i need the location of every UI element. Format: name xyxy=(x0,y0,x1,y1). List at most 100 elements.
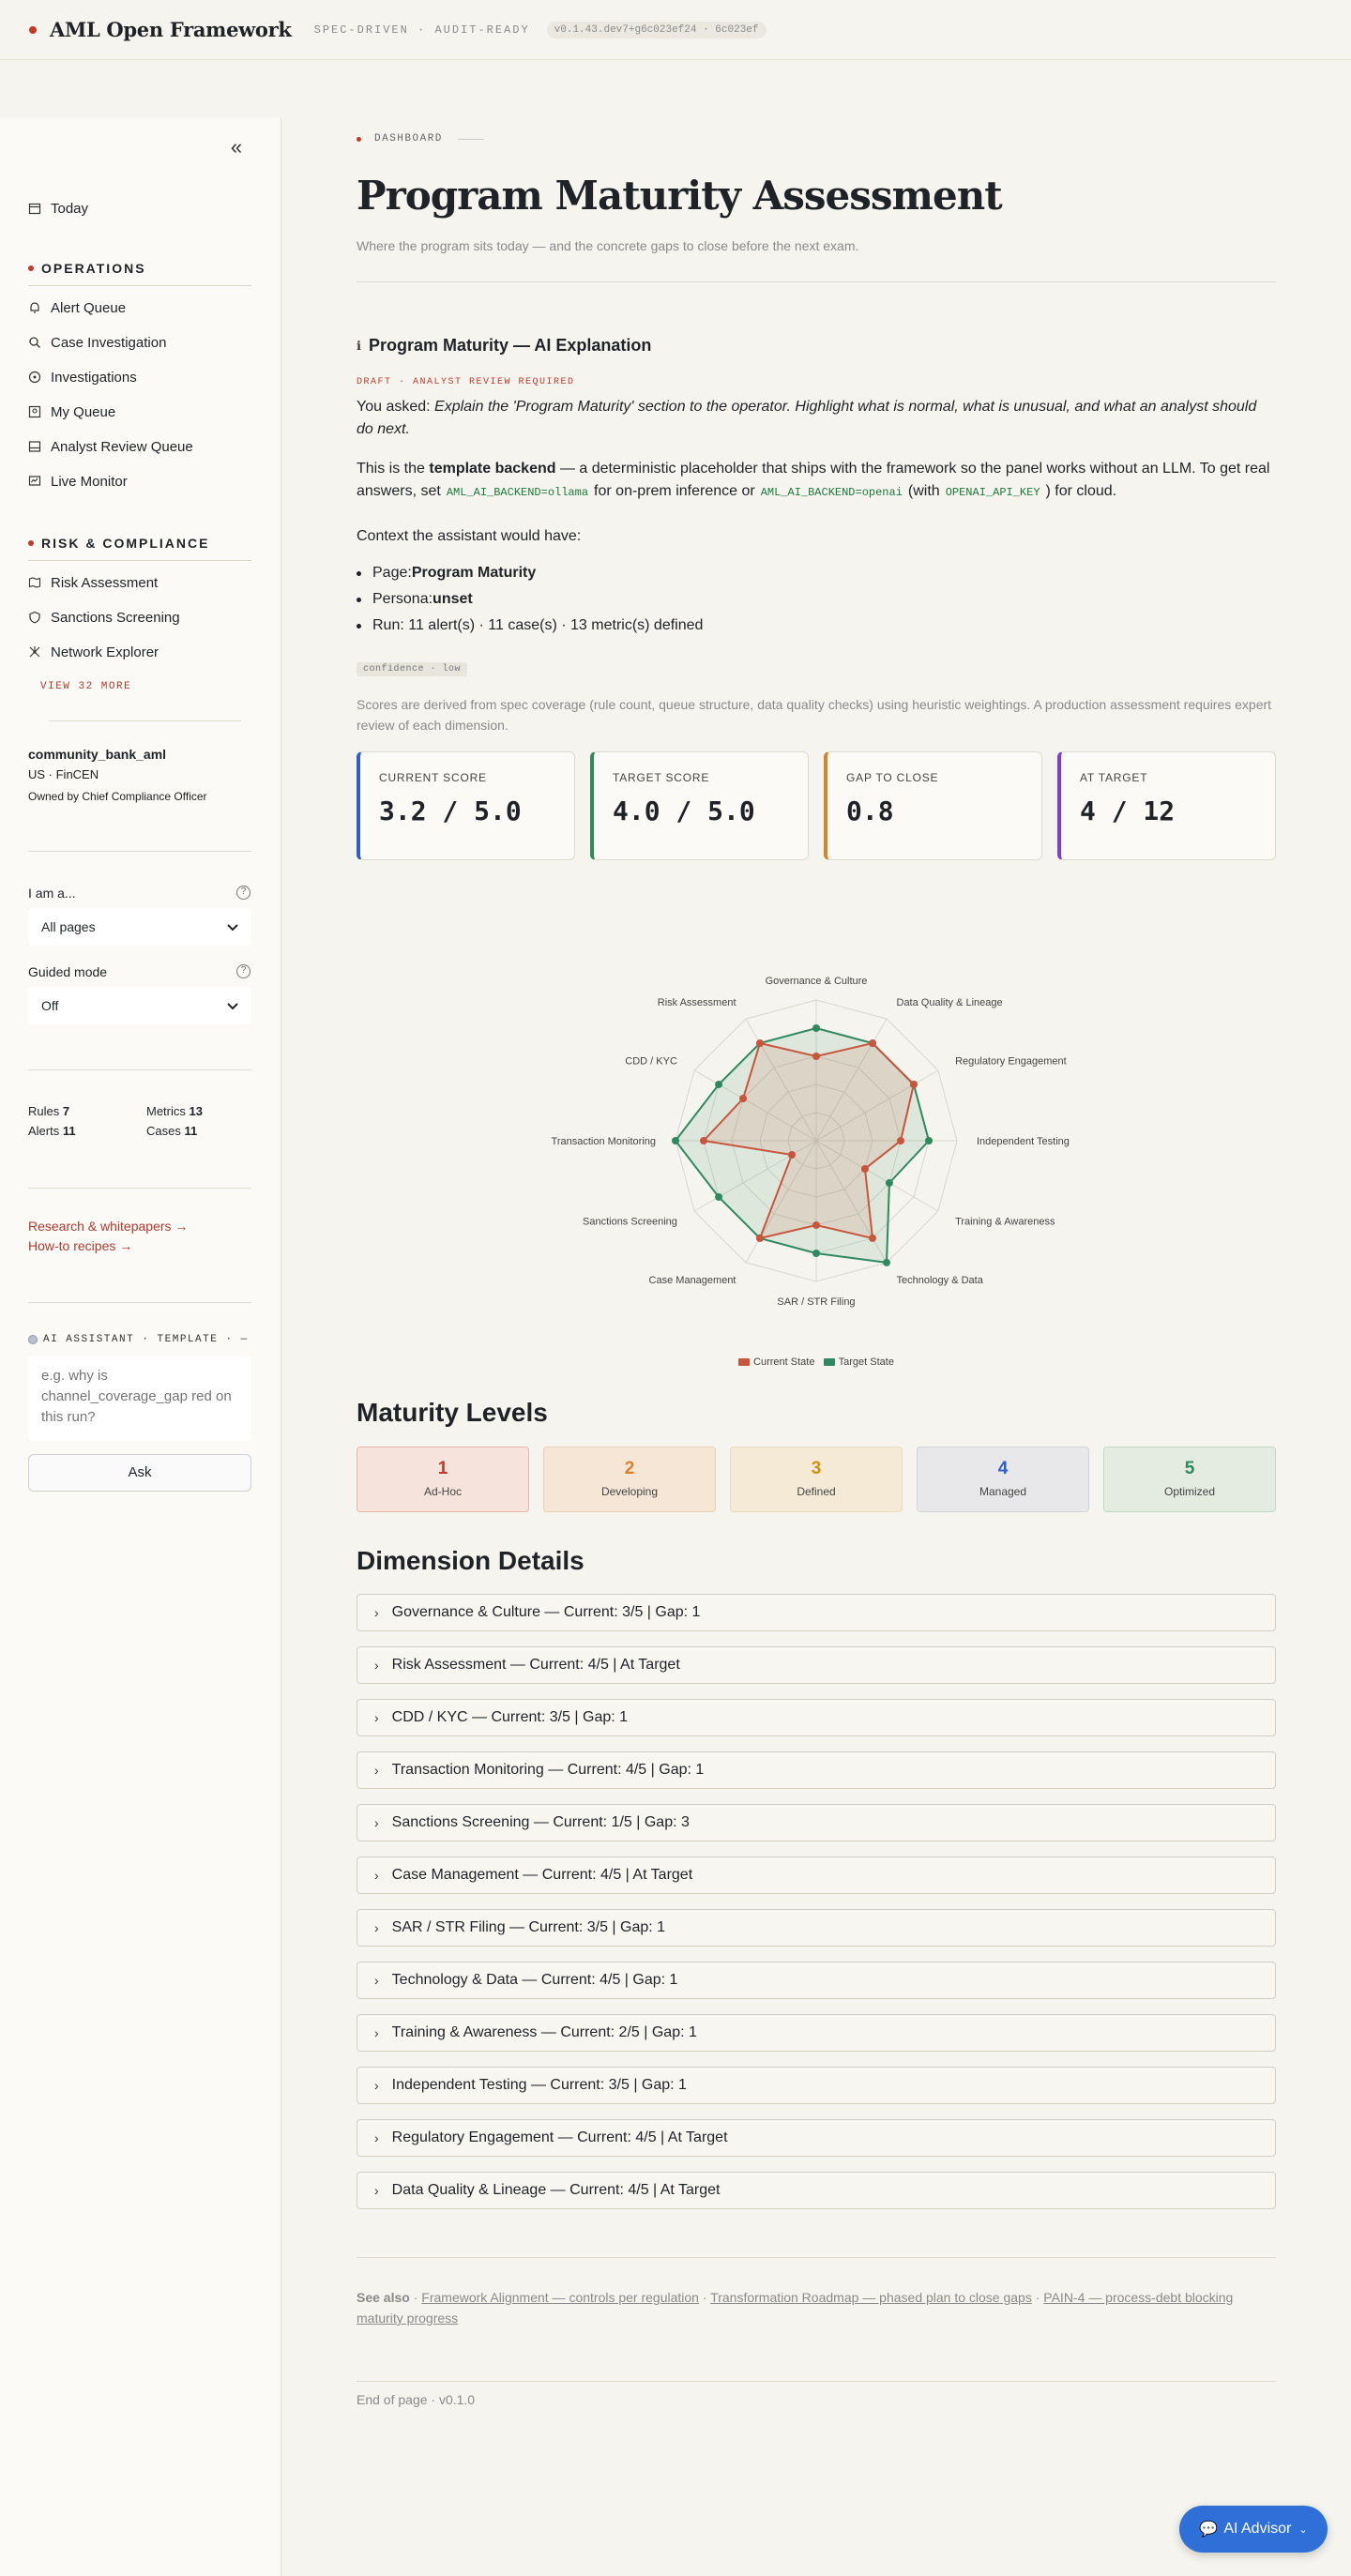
chevron-right-icon: › xyxy=(374,1763,379,1778)
dimension-row[interactable]: › Governance & Culture — Current: 3/5 | G… xyxy=(357,1594,1276,1631)
divider xyxy=(357,2381,1276,2382)
draft-badge: DRAFT · ANALYST REVIEW REQUIRED xyxy=(357,377,575,387)
maturity-level-5: 5 Optimized xyxy=(1103,1447,1276,1512)
radar-category-label: Sanctions Screening xyxy=(583,1217,677,1228)
inbox-icon xyxy=(28,440,41,453)
stat-cases: Cases 11 xyxy=(146,1124,198,1138)
sidebar: « Today OPERATIONS Alert Queue Case Inve… xyxy=(0,118,281,2576)
legend-target: Target State xyxy=(838,1356,894,1368)
divider xyxy=(28,1302,251,1303)
sidebar-item-investigations[interactable]: Investigations xyxy=(28,365,137,389)
chevron-down-icon xyxy=(227,919,238,934)
divider xyxy=(357,2257,1276,2258)
ai-assistant-label: AI ASSISTANT · TEMPLATE · — xyxy=(28,1334,249,1345)
radar-category-label: Data Quality & Lineage xyxy=(897,997,1003,1008)
radar-point xyxy=(700,1137,707,1144)
maturity-radar-chart: Governance & Culture Data Quality & Linea… xyxy=(552,976,1070,1308)
radar-point xyxy=(869,1039,876,1048)
radar-point xyxy=(756,1234,764,1242)
context-page: Page: Program Maturity xyxy=(357,565,536,582)
help-icon[interactable]: ? xyxy=(236,886,250,900)
radar-category-label: SAR / STR Filing xyxy=(777,1296,855,1308)
radar-category-label: Transaction Monitoring xyxy=(552,1136,656,1147)
see-also: See also · Framework Alignment — control… xyxy=(357,2290,1234,2326)
divider xyxy=(28,1188,251,1189)
legend-current: Current State xyxy=(753,1356,815,1368)
chevron-down-icon xyxy=(227,998,238,1013)
sidebar-item-alert-queue[interactable]: Alert Queue xyxy=(28,295,126,320)
recipes-link[interactable]: How-to recipes → xyxy=(28,1238,132,1253)
collapse-sidebar-icon[interactable]: « xyxy=(225,137,248,159)
radar-point xyxy=(715,1193,723,1201)
see-also-link[interactable]: Transformation Roadmap — phased plan to … xyxy=(710,2290,1032,2305)
ai-asked: You asked: Explain the 'Program Maturity… xyxy=(357,399,1257,437)
top-bar: AML Open Framework SPEC-DRIVEN · AUDIT-R… xyxy=(0,0,1351,60)
section-risk-compliance: RISK & COMPLIANCE xyxy=(28,536,251,561)
research-link[interactable]: Research & whitepapers → xyxy=(28,1219,188,1234)
maturity-level-1: 1 Ad-Hoc xyxy=(357,1447,529,1512)
dimension-row[interactable]: › Independent Testing — Current: 3/5 | Ga… xyxy=(357,2067,1276,2104)
dimension-row[interactable]: › Transaction Monitoring — Current: 4/5 |… xyxy=(357,1751,1276,1789)
chevron-right-icon: › xyxy=(374,1920,379,1935)
dimension-row[interactable]: › SAR / STR Filing — Current: 3/5 | Gap: … xyxy=(357,1909,1276,1947)
chevron-right-icon: › xyxy=(374,1710,379,1725)
divider xyxy=(49,720,241,721)
breadcrumb: DASHBOARD xyxy=(357,133,484,144)
guided-mode-label: Guided mode xyxy=(28,964,108,979)
monitor-icon xyxy=(28,475,41,488)
sidebar-item-sanctions-screening[interactable]: Sanctions Screening xyxy=(28,605,180,629)
dimension-row[interactable]: › Case Management — Current: 4/5 | At Tar… xyxy=(357,1856,1276,1894)
tenant-jurisdiction: US · FinCEN xyxy=(28,767,99,781)
dimension-row[interactable]: › CDD / KYC — Current: 3/5 | Gap: 1 xyxy=(357,1699,1276,1736)
view-more-link[interactable]: VIEW 32 MORE xyxy=(40,681,131,692)
brand-title[interactable]: AML Open Framework xyxy=(50,18,292,41)
radar-category-label: Independent Testing xyxy=(977,1136,1070,1147)
radar-point xyxy=(812,1053,820,1060)
page-subtitle: Where the program sits today — and the c… xyxy=(357,238,859,253)
chevron-right-icon: › xyxy=(374,1658,379,1673)
radar-point xyxy=(897,1137,904,1144)
ai-advisor-button[interactable]: 💬 AI Advisor ⌄ xyxy=(1179,2506,1328,2553)
chevron-right-icon: › xyxy=(374,1815,379,1830)
sidebar-item-my-queue[interactable]: My Queue xyxy=(28,400,115,424)
chevron-right-icon: › xyxy=(374,1605,379,1620)
version-badge: v0.1.43.dev7+g6c023ef24 · 6c023ef xyxy=(546,21,767,38)
confidence-badge: confidence · low xyxy=(357,662,468,676)
dimension-row[interactable]: › Technology & Data — Current: 4/5 | Gap:… xyxy=(357,1962,1276,1999)
radar-point xyxy=(812,1250,820,1257)
ai-question-input[interactable] xyxy=(28,1356,251,1441)
guided-mode-select[interactable]: Off xyxy=(28,987,251,1024)
tenant-owner: Owned by Chief Compliance Officer xyxy=(28,790,207,803)
target-score-card: TARGET SCORE 4.0 / 5.0 xyxy=(590,751,809,860)
current-score-card: CURRENT SCORE 3.2 / 5.0 xyxy=(357,751,575,860)
chevron-right-icon: › xyxy=(374,2183,379,2198)
dimension-row[interactable]: › Risk Assessment — Current: 4/5 | At Tar… xyxy=(357,1646,1276,1684)
radar-category-label: Technology & Data xyxy=(897,1275,984,1286)
maturity-levels-heading: Maturity Levels xyxy=(357,1398,548,1427)
sidebar-item-risk-assessment[interactable]: Risk Assessment xyxy=(28,570,158,595)
stat-rules: Rules 7 xyxy=(28,1104,70,1118)
chevron-right-icon: › xyxy=(374,1973,379,1988)
dimension-row[interactable]: › Data Quality & Lineage — Current: 4/5 |… xyxy=(357,2172,1276,2209)
see-also-link[interactable]: Framework Alignment — controls per regul… xyxy=(421,2290,699,2305)
help-icon[interactable]: ? xyxy=(236,964,250,978)
sidebar-item-network-explorer[interactable]: Network Explorer xyxy=(28,640,159,664)
dimension-row[interactable]: › Regulatory Engagement — Current: 4/5 | … xyxy=(357,2119,1276,2157)
sidebar-item-case-investigation[interactable]: Case Investigation xyxy=(28,330,166,355)
sidebar-item-today[interactable]: Today xyxy=(28,196,88,220)
calendar-icon xyxy=(28,202,41,215)
status-dot-icon xyxy=(28,1335,38,1344)
user-box-icon xyxy=(28,405,41,418)
stat-alerts: Alerts 11 xyxy=(28,1124,76,1138)
sidebar-item-live-monitor[interactable]: Live Monitor xyxy=(28,469,128,493)
dimension-row[interactable]: › Sanctions Screening — Current: 1/5 | Ga… xyxy=(357,1804,1276,1841)
radar-point xyxy=(812,1024,820,1032)
sidebar-item-analyst-review-queue[interactable]: Analyst Review Queue xyxy=(28,434,193,459)
at-target-card: AT TARGET 4 / 12 xyxy=(1057,751,1276,860)
stat-metrics: Metrics 13 xyxy=(146,1104,203,1118)
chat-icon: 💬 xyxy=(1199,2522,1219,2538)
dimension-row[interactable]: › Training & Awareness — Current: 2/5 | G… xyxy=(357,2014,1276,2052)
ask-button[interactable]: Ask xyxy=(28,1454,251,1492)
radar-category-label: Risk Assessment xyxy=(658,997,736,1008)
persona-select[interactable]: All pages xyxy=(28,908,251,946)
